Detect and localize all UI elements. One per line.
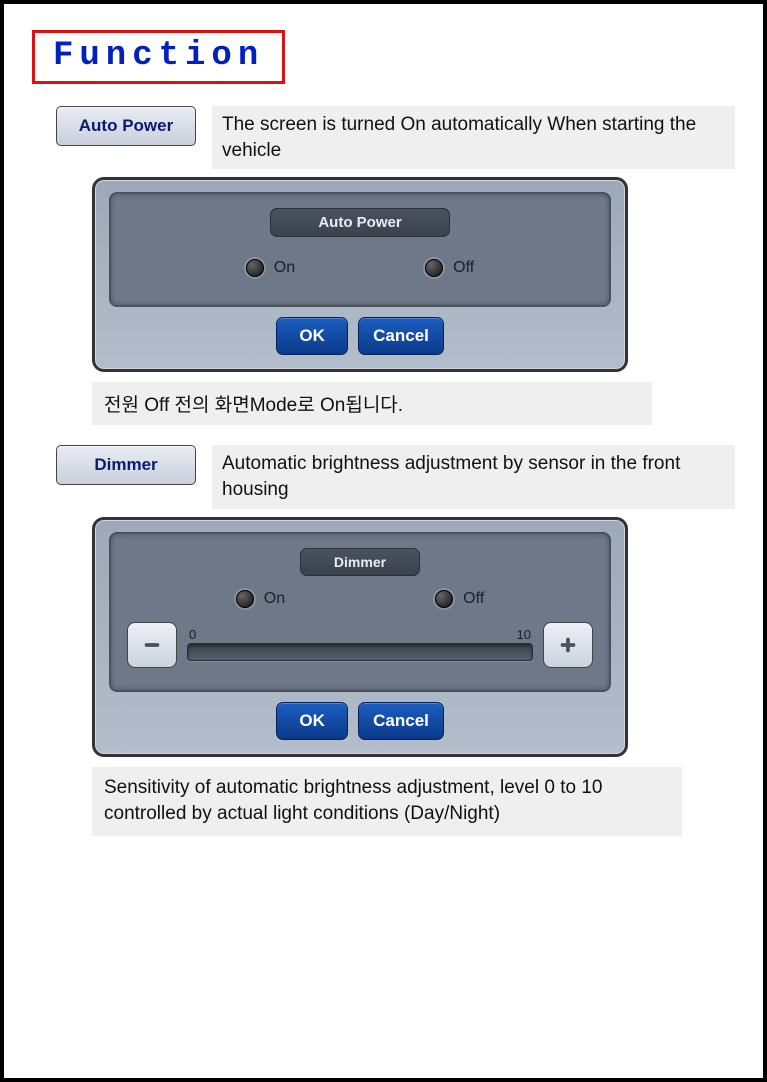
dimmer-button-row: OK Cancel <box>95 702 625 740</box>
dimmer-slider-row: 0 10 <box>127 622 593 668</box>
slider-track <box>187 643 533 661</box>
slider-min-label: 0 <box>189 627 196 642</box>
decrease-button[interactable] <box>127 622 177 668</box>
dimmer-panel-title: Dimmer <box>300 548 420 576</box>
dimmer-radio-group: On Off <box>127 590 593 608</box>
auto-power-off-label: Off <box>453 259 474 277</box>
slider-labels: 0 10 <box>187 627 533 642</box>
ok-button[interactable]: OK <box>276 317 348 355</box>
dimmer-off-radio[interactable]: Off <box>435 590 484 608</box>
minus-icon <box>141 634 163 656</box>
ok-button[interactable]: OK <box>276 702 348 740</box>
page: Function Auto Power The screen is turned… <box>0 0 767 1082</box>
plus-icon <box>557 634 579 656</box>
dimmer-slider[interactable]: 0 10 <box>187 629 533 661</box>
auto-power-button-row: OK Cancel <box>95 317 625 355</box>
auto-power-off-radio[interactable]: Off <box>425 259 474 277</box>
auto-power-radio-group: On Off <box>127 259 593 277</box>
radio-dot-icon <box>246 259 264 277</box>
dimmer-off-label: Off <box>463 590 484 608</box>
page-title: Function <box>32 30 285 84</box>
section-dimmer-header: Dimmer Automatic brightness adjustment b… <box>56 445 735 508</box>
auto-power-on-radio[interactable]: On <box>246 259 295 277</box>
auto-power-footnote: 전원 Off 전의 화면Mode로 On됩니다. <box>92 382 652 425</box>
dimmer-on-radio[interactable]: On <box>236 590 285 608</box>
dimmer-on-label: On <box>264 590 285 608</box>
dimmer-description: Automatic brightness adjustment by senso… <box>212 445 735 508</box>
dimmer-panel-inner: Dimmer On Off 0 10 <box>109 532 611 692</box>
auto-power-description: The screen is turned On automatically Wh… <box>212 106 735 169</box>
increase-button[interactable] <box>543 622 593 668</box>
section-autopower-header: Auto Power The screen is turned On autom… <box>56 106 735 169</box>
dimmer-button[interactable]: Dimmer <box>56 445 196 485</box>
dimmer-panel: Dimmer On Off 0 10 <box>92 517 628 757</box>
cancel-button[interactable]: Cancel <box>358 317 444 355</box>
cancel-button[interactable]: Cancel <box>358 702 444 740</box>
slider-max-label: 10 <box>517 627 531 642</box>
auto-power-panel-inner: Auto Power On Off <box>109 192 611 307</box>
auto-power-button[interactable]: Auto Power <box>56 106 196 146</box>
auto-power-panel: Auto Power On Off OK Cancel <box>92 177 628 372</box>
radio-dot-icon <box>435 590 453 608</box>
dimmer-footnote: Sensitivity of automatic brightness adju… <box>92 767 682 836</box>
radio-dot-icon <box>236 590 254 608</box>
auto-power-panel-title: Auto Power <box>270 208 450 237</box>
auto-power-on-label: On <box>274 259 295 277</box>
radio-dot-icon <box>425 259 443 277</box>
